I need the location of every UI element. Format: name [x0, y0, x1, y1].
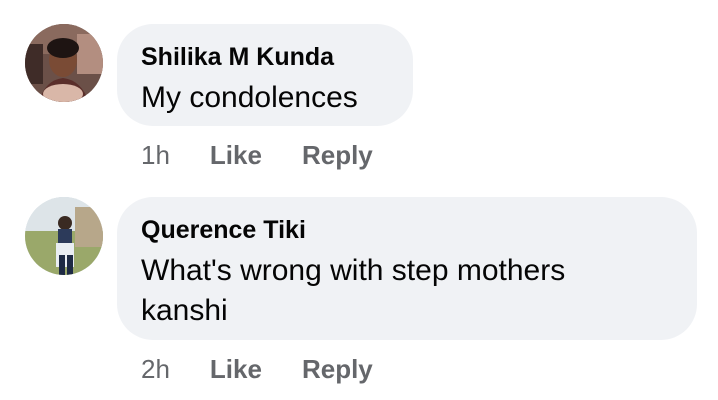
- like-button[interactable]: Like: [210, 354, 262, 385]
- comment-bubble: Shilika M Kunda My condolences: [117, 24, 413, 126]
- comment-timestamp[interactable]: 1h: [141, 140, 170, 171]
- comment-bubble: Querence Tiki What's wrong with step mot…: [117, 197, 697, 340]
- comment-actions: 2h Like Reply: [141, 354, 373, 385]
- avatar-image: [25, 24, 103, 102]
- reply-button[interactable]: Reply: [302, 140, 373, 171]
- avatar-image: [25, 197, 103, 275]
- comment-text: What's wrong with step mothers kanshi: [141, 254, 566, 327]
- comment-timestamp[interactable]: 2h: [141, 354, 170, 385]
- avatar[interactable]: [25, 24, 103, 102]
- comment-author[interactable]: Querence Tiki: [141, 215, 675, 245]
- avatar[interactable]: [25, 197, 103, 275]
- reply-button[interactable]: Reply: [302, 354, 373, 385]
- comment-actions: 1h Like Reply: [141, 140, 373, 171]
- comment-author[interactable]: Shilika M Kunda: [141, 42, 391, 72]
- like-button[interactable]: Like: [210, 140, 262, 171]
- comment-text: My condolences: [141, 81, 358, 114]
